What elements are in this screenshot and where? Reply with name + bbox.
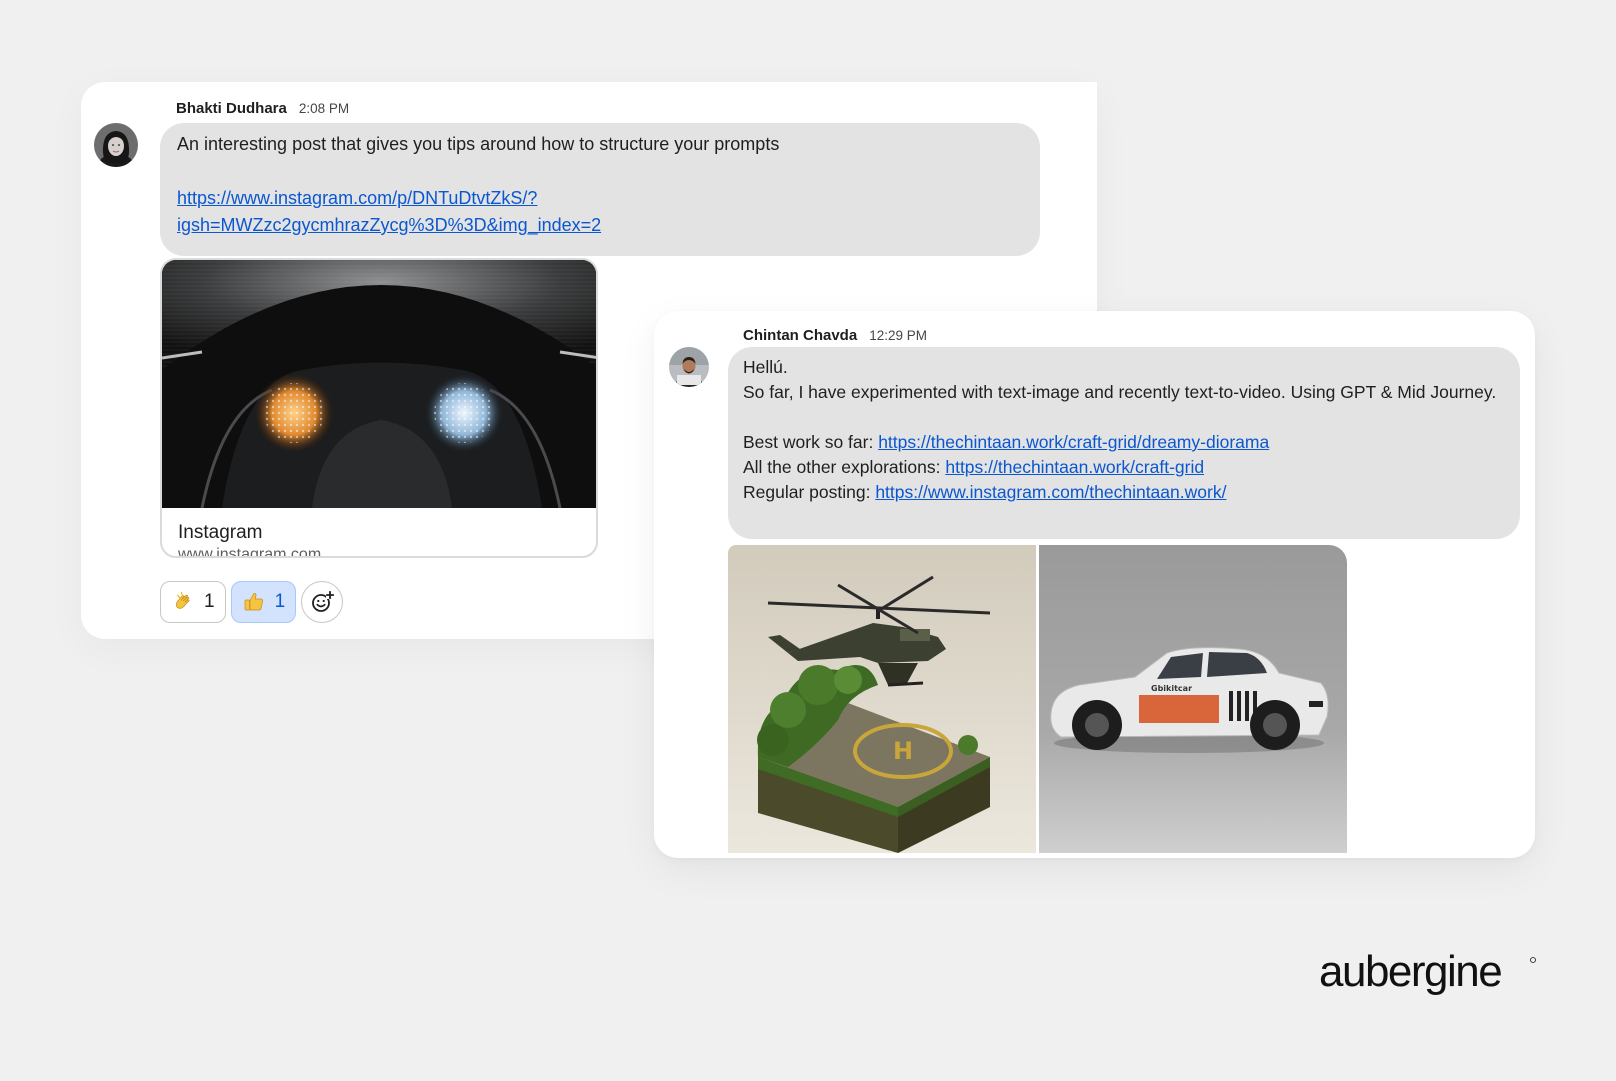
timestamp: 12:29 PM: [869, 328, 927, 343]
regular-posting-label: Regular posting:: [743, 482, 876, 502]
other-explorations-link[interactable]: https://thechintaan.work/craft-grid: [945, 457, 1204, 477]
link-preview-domain: www.instagram.com: [178, 546, 322, 558]
instagram-post-link-continued[interactable]: igsh=MWZzc2gycmhrazZycg%3D%3D&img_index=…: [177, 215, 601, 235]
best-work-label: Best work so far:: [743, 432, 879, 452]
timestamp: 2:08 PM: [298, 101, 350, 116]
add-reaction-button[interactable]: [301, 581, 344, 623]
regular-posting-line: Regular posting: https://www.instagram.c…: [743, 480, 1504, 505]
message-text: So far, I have experimented with text-im…: [743, 382, 1497, 402]
sender-row: Chintan Chavda 12:29 PM: [743, 327, 927, 344]
sender-name[interactable]: Chintan Chavda: [743, 327, 857, 344]
add-reaction-icon: [310, 590, 335, 614]
other-explorations-label: All the other explorations:: [743, 457, 946, 477]
message-bubble: An interesting post that gives you tips …: [160, 123, 1040, 256]
avatar[interactable]: [669, 347, 709, 387]
message-bubble: Hellú. So far, I have experimented with …: [728, 347, 1520, 539]
message-greeting: Hellú.: [743, 357, 788, 377]
avatar[interactable]: [94, 123, 138, 167]
svg-text:H: H: [893, 737, 913, 765]
sender-row: Bhakti Dudhara 2:08 PM: [176, 100, 349, 117]
link-preview-title: Instagram: [178, 522, 263, 543]
message-text: An interesting post that gives you tips …: [177, 134, 780, 154]
best-work-link[interactable]: https://thechintaan.work/craft-grid/drea…: [878, 432, 1269, 452]
race-car-image[interactable]: Gbikitcar: [1039, 545, 1347, 853]
reaction-thumbs-up[interactable]: 1: [230, 581, 297, 623]
thumbs-up-icon: [242, 590, 266, 614]
instagram-post-link[interactable]: https://www.instagram.com/p/DNTuDtvtZkS/…: [177, 188, 537, 208]
reaction-count: 1: [204, 591, 215, 612]
helicopter-diorama-image[interactable]: H: [728, 545, 1036, 853]
reaction-clapping-hands[interactable]: 1: [160, 581, 226, 623]
regular-posting-link[interactable]: https://www.instagram.com/thechintaan.wo…: [875, 482, 1226, 502]
reaction-count: 1: [274, 591, 286, 612]
best-work-line: Best work so far: https://thechintaan.wo…: [743, 430, 1504, 455]
svg-text:aubergine: aubergine: [1319, 950, 1501, 996]
link-preview-card[interactable]: Instagram www.instagram.com: [160, 258, 598, 558]
image-attachments: H Gbikitcar: [728, 545, 1347, 853]
other-explorations-line: All the other explorations: https://thec…: [743, 455, 1504, 480]
sender-name[interactable]: Bhakti Dudhara: [176, 100, 287, 117]
link-preview-image: [162, 260, 596, 508]
aubergine-logo: aubergine: [1319, 947, 1539, 1003]
clapping-hands-icon: [171, 590, 195, 614]
svg-text:Gbikitcar: Gbikitcar: [1151, 684, 1192, 693]
message-card-chintan: Chintan Chavda 12:29 PM Hellú. So far, I…: [654, 311, 1535, 858]
reactions-bar: 1 1: [160, 581, 344, 623]
